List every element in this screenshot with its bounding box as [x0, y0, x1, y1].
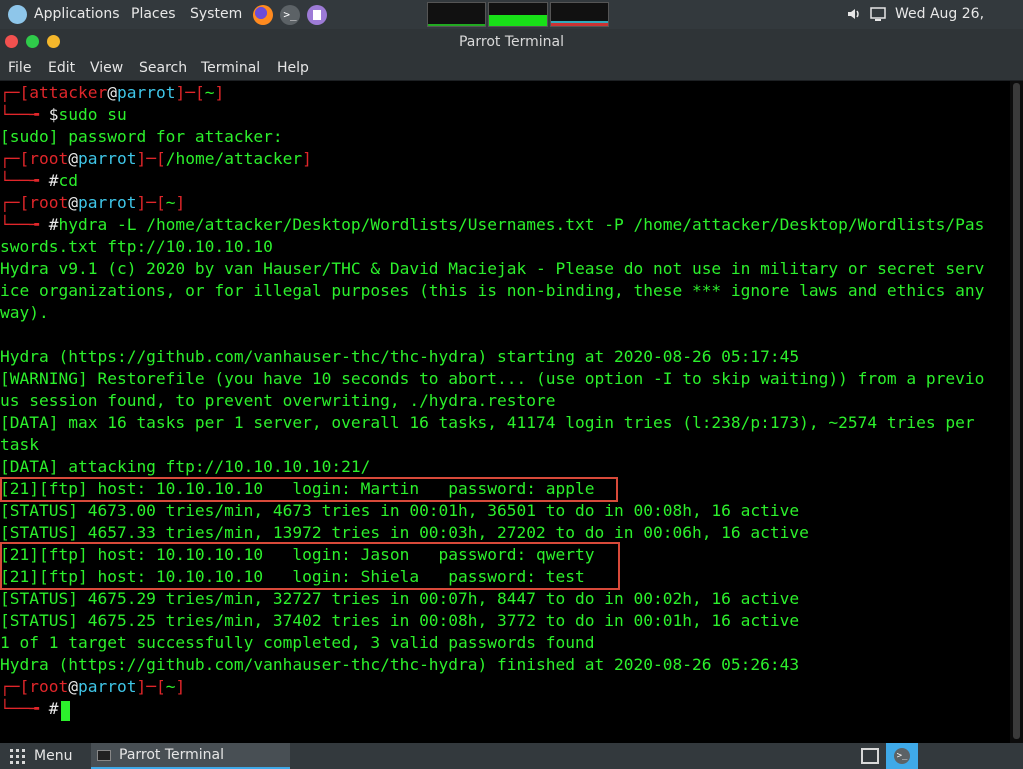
status-line: [STATUS] 4675.25 tries/min, 37402 tries … — [0, 611, 800, 630]
clock[interactable]: Wed Aug 26, 05:27 — [895, 0, 1023, 51]
network-monitor[interactable] — [550, 2, 609, 27]
output-line: [WARNING] Restorefile (you have 10 secon… — [0, 369, 985, 388]
output-line: 1 of 1 target successfully completed, 3 … — [0, 633, 595, 652]
terminal-area[interactable]: ┌─[attacker@parrot]─[~] └──╼ $sudo su [s… — [0, 81, 1010, 743]
parrot-logo-icon[interactable] — [8, 5, 27, 24]
prompt-line: ┌─[root@parrot]─[~] — [0, 193, 186, 212]
output-line: task — [0, 435, 39, 454]
memory-monitor[interactable] — [488, 2, 548, 27]
terminal-tray-icon[interactable]: >_ — [886, 743, 918, 769]
prompt-line: ┌─[attacker@parrot]─[~] — [0, 83, 225, 102]
prompt-host: parrot — [77, 193, 137, 212]
window-title: Parrot Terminal — [458, 34, 565, 50]
taskbar-item-terminal[interactable]: Parrot Terminal — [91, 743, 290, 769]
taskbar-item-label: Parrot Terminal — [119, 747, 225, 763]
output-line: Hydra (https://github.com/vanhauser-thc/… — [0, 655, 800, 674]
command-line: └──╼ #cd — [0, 171, 78, 190]
text-cursor — [61, 701, 70, 721]
places-menu[interactable]: Places — [131, 0, 176, 29]
output-line: way). — [0, 303, 49, 322]
system-menu[interactable]: System — [190, 0, 242, 29]
command-text: sudo su — [58, 105, 127, 124]
menu-terminal[interactable]: Terminal — [201, 55, 260, 81]
output-line: [DATA] max 16 tasks per 1 server, overal… — [0, 413, 975, 432]
menu-edit[interactable]: Edit — [48, 55, 75, 81]
bottom-panel: Menu Parrot Terminal >_ — [0, 743, 1023, 769]
highlight-box — [0, 542, 620, 590]
status-line: [STATUS] 4675.29 tries/min, 32727 tries … — [0, 589, 800, 608]
text-editor-icon[interactable] — [307, 5, 327, 25]
menu-button[interactable]: Menu — [34, 743, 72, 769]
prompt-line: ┌─[root@parrot]─[~] — [0, 677, 186, 696]
command-line: └──╼ $sudo su — [0, 105, 127, 124]
menu-file[interactable]: File — [8, 55, 31, 81]
cpu-monitor[interactable] — [427, 2, 486, 27]
menu-help[interactable]: Help — [277, 55, 309, 81]
status-line: [STATUS] 4673.00 tries/min, 4673 tries i… — [0, 501, 800, 520]
prompt-host: parrot — [77, 149, 137, 168]
menubar: File Edit View Search Terminal Help — [0, 55, 1023, 81]
command-text-wrap: swords.txt ftp://10.10.10.10 — [0, 237, 273, 256]
output-line: Hydra v9.1 (c) 2020 by van Hauser/THC & … — [0, 259, 985, 278]
menu-search[interactable]: Search — [139, 55, 187, 81]
prompt-dir: /home/attacker — [165, 149, 303, 168]
command-line: └──╼ #hydra -L /home/attacker/Desktop/Wo… — [0, 215, 985, 234]
prompt-dir: ~ — [204, 83, 215, 102]
menu-grid-icon[interactable] — [10, 749, 25, 764]
prompt-dir: ~ — [165, 677, 176, 696]
applications-menu[interactable]: Applications — [34, 0, 120, 29]
terminal-icon — [97, 750, 111, 761]
prompt-line: ┌─[root@parrot]─[/home/attacker] — [0, 149, 312, 168]
workspace-switcher-icon[interactable] — [861, 748, 879, 764]
prompt-user: root — [29, 149, 69, 168]
command-text: hydra -L /home/attacker/Desktop/Wordlist… — [58, 215, 985, 234]
firefox-icon[interactable] — [253, 5, 273, 25]
output-line: ice organizations, or for illegal purpos… — [0, 281, 985, 300]
prompt-user: root — [29, 193, 69, 212]
prompt-host: parrot — [116, 83, 176, 102]
volume-icon[interactable] — [846, 6, 862, 22]
output-line: us session found, to prevent overwriting… — [0, 391, 556, 410]
output-line: [DATA] attacking ftp://10.10.10.10:21/ — [0, 457, 371, 476]
prompt-user: attacker — [29, 83, 108, 102]
prompt-dir: ~ — [165, 193, 176, 212]
prompt-host: parrot — [77, 677, 137, 696]
command-text: cd — [58, 171, 78, 190]
display-icon[interactable] — [870, 7, 886, 21]
scrollbar[interactable] — [1010, 81, 1023, 743]
window-titlebar[interactable]: Parrot Terminal — [0, 29, 1023, 55]
scrollbar-thumb[interactable] — [1013, 83, 1020, 739]
highlight-box — [0, 477, 618, 502]
status-line: [STATUS] 4657.33 tries/min, 13972 tries … — [0, 523, 809, 542]
top-panel: Applications Places System >_ Wed Aug 26… — [0, 0, 1023, 51]
terminal-icon[interactable]: >_ — [280, 5, 300, 25]
prompt-symbol: # — [48, 699, 59, 718]
command-line: └──╼ # — [0, 699, 59, 718]
prompt-user: root — [29, 677, 69, 696]
output-line: Hydra (https://github.com/vanhauser-thc/… — [0, 347, 800, 366]
output-line: [sudo] password for attacker: — [0, 127, 283, 146]
menu-view[interactable]: View — [90, 55, 123, 81]
